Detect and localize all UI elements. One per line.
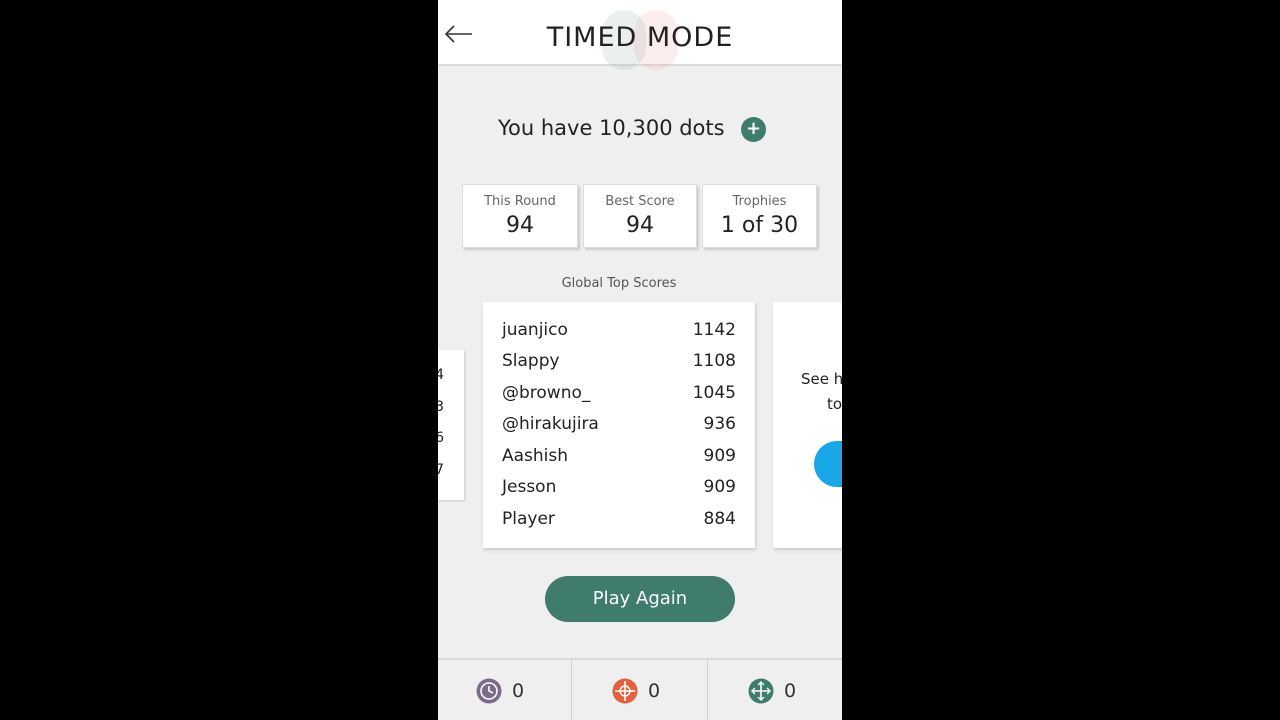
powerup-expander[interactable]: 0	[708, 660, 842, 720]
player-score: 909	[703, 477, 736, 497]
leaderboard-card[interactable]: juanjico 1142 Slappy 1108 @browno_ 1045 …	[483, 302, 755, 548]
player-name: Player	[502, 509, 555, 529]
phone-screen: TIMED MODE You have 10,300 dots + This R…	[438, 0, 842, 720]
player-name: juanjico	[502, 320, 568, 340]
stat-label: Trophies	[732, 194, 787, 209]
stat-trophies[interactable]: Trophies 1 of 30	[702, 184, 817, 248]
stat-value: 1 of 30	[720, 213, 799, 238]
stat-best-score: Best Score 94	[583, 184, 697, 248]
player-score: 1045	[692, 383, 736, 403]
leaderboard-row: @browno_ 1045	[502, 383, 736, 411]
player-score: 884	[703, 509, 736, 529]
leaderboard-row: Slappy 1108	[502, 351, 736, 379]
player-name: Slappy	[502, 351, 560, 371]
powerup-shrinker[interactable]: 0	[572, 660, 708, 720]
app-header: TIMED MODE	[438, 0, 842, 70]
share-button[interactable]	[814, 441, 842, 487]
powerup-count: 0	[648, 680, 661, 702]
dots-balance: You have 10,300 dots	[498, 116, 725, 140]
stat-value: 94	[626, 213, 654, 238]
card-fragment: 7	[438, 462, 444, 478]
player-name: Aashish	[502, 446, 569, 466]
player-name: Jesson	[502, 477, 557, 497]
leaderboard-row: Aashish 909	[502, 446, 736, 474]
leaderboard-row: Jesson 909	[502, 477, 736, 505]
player-name: @browno_	[502, 383, 591, 403]
powerup-time[interactable]: 0	[438, 660, 572, 720]
play-again-button[interactable]: Play Again	[545, 576, 735, 622]
next-card[interactable]: See h to	[773, 302, 842, 548]
powerup-count: 0	[512, 680, 525, 702]
previous-card[interactable]: 4 3 6 7	[438, 350, 464, 500]
card-fragment: 6	[438, 430, 444, 446]
powerup-count: 0	[784, 680, 797, 702]
clock-icon	[476, 678, 502, 704]
card-text: to	[827, 395, 842, 413]
stat-value: 94	[506, 213, 534, 238]
page-title: TIMED MODE	[546, 22, 734, 53]
stat-label: This Round	[484, 194, 556, 209]
target-expand-icon	[612, 678, 638, 704]
card-fragment: 4	[438, 367, 444, 383]
player-score: 936	[703, 414, 736, 434]
player-score: 1108	[692, 351, 736, 371]
arrows-expand-icon	[748, 678, 774, 704]
powerup-bar: 0 0 0	[438, 658, 842, 720]
player-name: @hirakujira	[502, 414, 599, 434]
add-dots-button[interactable]: +	[741, 117, 766, 142]
player-score: 909	[703, 446, 736, 466]
stat-this-round: This Round 94	[462, 184, 578, 248]
stat-label: Best Score	[605, 194, 675, 209]
leaderboard-title: Global Top Scores	[561, 276, 677, 291]
leaderboard-row: juanjico 1142	[502, 320, 736, 348]
card-text: See h	[801, 370, 842, 388]
card-fragment: 3	[438, 399, 444, 415]
leaderboard-row: Player 884	[502, 509, 736, 537]
player-score: 1142	[692, 320, 736, 340]
leaderboard-row: @hirakujira 936	[502, 414, 736, 442]
